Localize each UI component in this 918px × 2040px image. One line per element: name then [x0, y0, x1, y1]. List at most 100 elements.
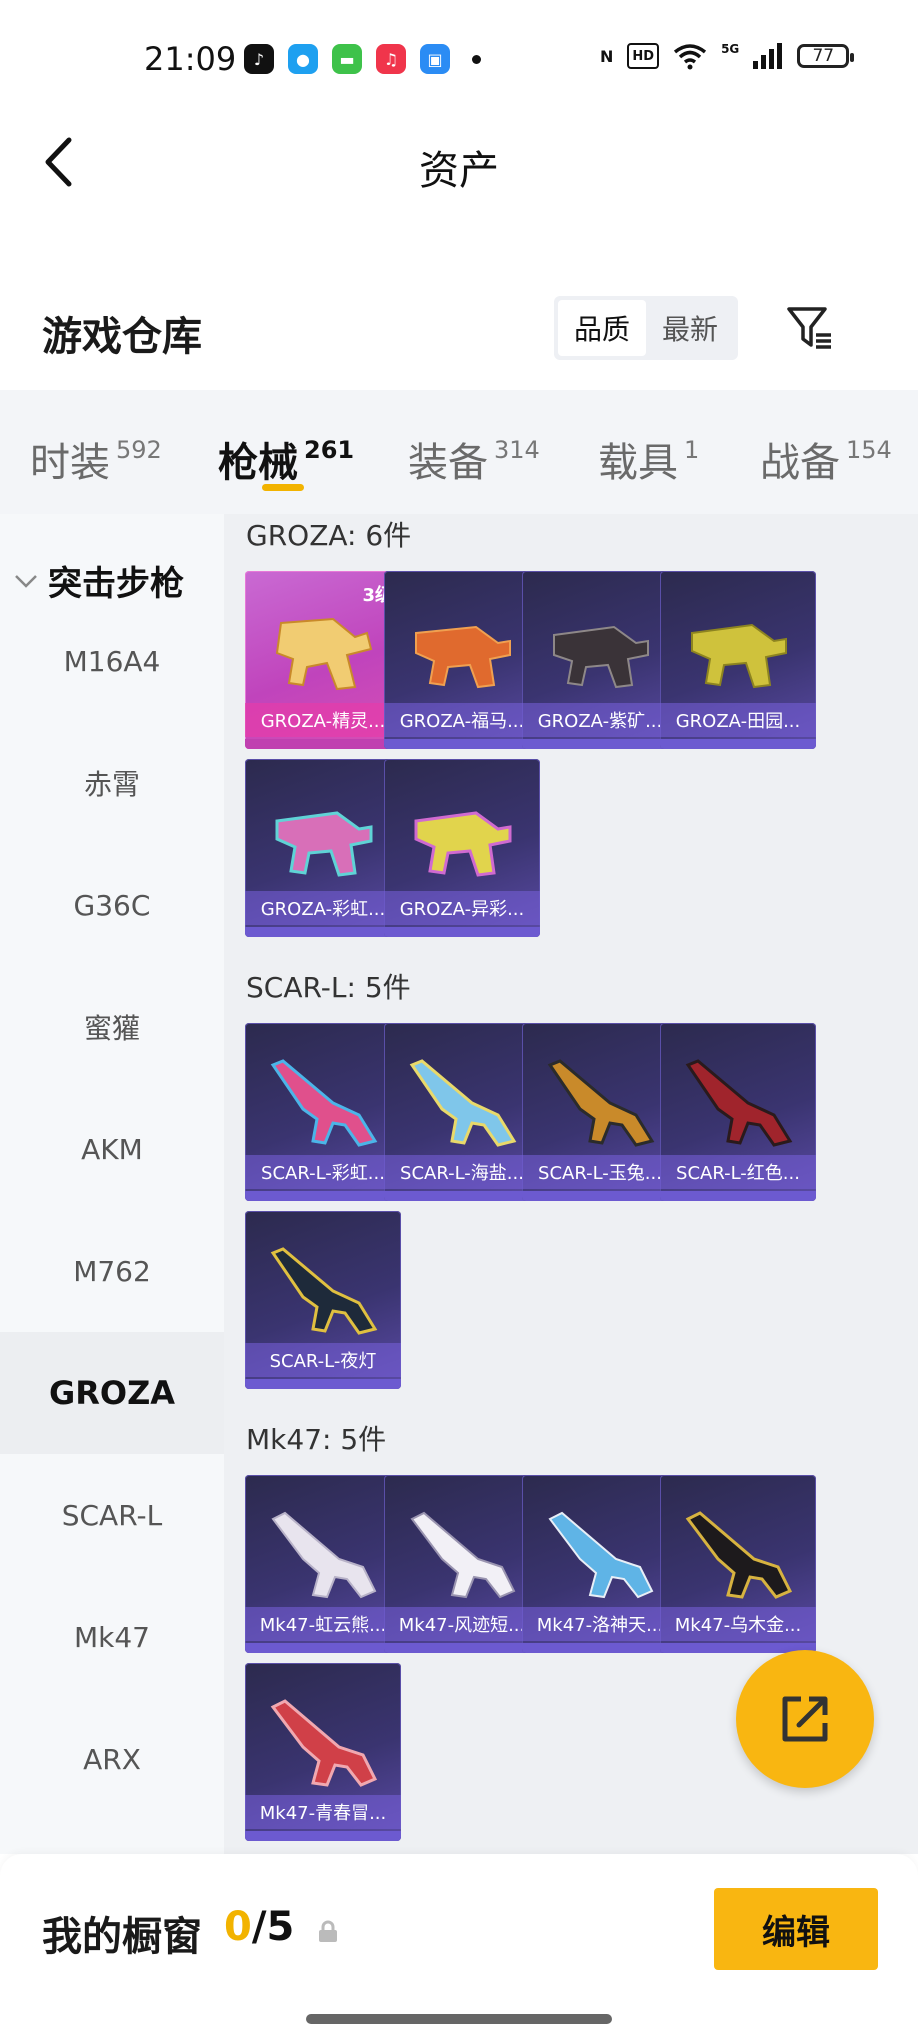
- card-footer-strip: [245, 1379, 401, 1389]
- share-button[interactable]: [736, 1650, 874, 1788]
- skin-card[interactable]: Mk47-风迹短...: [384, 1475, 540, 1653]
- share-icon: [782, 1696, 828, 1742]
- tab-label: 装备: [408, 440, 488, 486]
- edit-button[interactable]: 编辑: [714, 1888, 878, 1970]
- sidebar-item-honey-badger[interactable]: 蜜獾: [0, 966, 224, 1088]
- sidebar-item-m762[interactable]: M762: [0, 1210, 224, 1332]
- gun-skin-image: [270, 1699, 378, 1787]
- skin-card[interactable]: SCAR-L-红色...: [660, 1023, 816, 1201]
- tab-outfits[interactable]: 时装 592: [30, 430, 162, 490]
- showcase-current: 0: [224, 1904, 252, 1950]
- tab-vehicles[interactable]: 载具 1: [598, 430, 699, 490]
- card-footer-strip: [245, 927, 401, 937]
- store-icon: ▣: [420, 44, 450, 74]
- showcase-title: 我的橱窗: [42, 1914, 202, 1960]
- qq-icon: ●: [288, 44, 318, 74]
- warehouse-title: 游戏仓库: [42, 314, 202, 360]
- card-footer-strip: [522, 739, 678, 749]
- skin-card[interactable]: GROZA-田园...: [660, 571, 816, 749]
- skin-name: Mk47-乌木金...: [660, 1607, 816, 1641]
- sidebar-category-header[interactable]: 突击步枪: [14, 556, 184, 605]
- signal-icon: [753, 43, 783, 69]
- card-footer-strip: [660, 739, 816, 749]
- gun-skin-image: [409, 1059, 517, 1147]
- skin-card[interactable]: SCAR-L-夜灯: [245, 1211, 401, 1389]
- sidebar-item-m16a4[interactable]: M16A4: [0, 600, 224, 722]
- card-footer-strip: [245, 1831, 401, 1841]
- sidebar-item-chixiao[interactable]: 赤霄: [0, 722, 224, 844]
- status-time: 21:09: [144, 40, 237, 78]
- group-title-groza: GROZA: 6件: [246, 519, 412, 552]
- skin-name: GROZA-福马...: [384, 703, 540, 737]
- home-indicator[interactable]: [306, 2014, 612, 2024]
- skin-name: Mk47-洛神天...: [522, 1607, 678, 1641]
- gun-skin-image: [270, 1059, 378, 1147]
- gun-skin-image: [275, 811, 373, 877]
- sidebar-item-groza[interactable]: GROZA: [0, 1332, 224, 1454]
- skin-name: SCAR-L-玉兔...: [522, 1155, 678, 1189]
- skin-card[interactable]: SCAR-L-彩虹...: [245, 1023, 401, 1201]
- skin-card[interactable]: 3级 GROZA-精灵...: [245, 571, 401, 749]
- skin-card[interactable]: SCAR-L-玉兔...: [522, 1023, 678, 1201]
- skin-card[interactable]: GROZA-福马...: [384, 571, 540, 749]
- group-title-mk47: Mk47: 5件: [246, 1423, 387, 1456]
- tab-count: 314: [494, 436, 540, 464]
- card-footer-strip: [245, 739, 401, 749]
- showcase-bar: 我的橱窗 0/5 编辑: [0, 1854, 918, 2040]
- lock-icon: [319, 1920, 337, 1942]
- tab-equipment[interactable]: 装备 314: [408, 430, 540, 490]
- skin-card[interactable]: Mk47-乌木金...: [660, 1475, 816, 1653]
- chevron-down-icon: [15, 574, 37, 588]
- tab-gear[interactable]: 战备 154: [760, 430, 892, 490]
- card-footer-strip: [245, 1191, 401, 1201]
- wifi-icon: [673, 44, 707, 70]
- gun-skin-image: [553, 625, 649, 689]
- skin-card[interactable]: GROZA-异彩...: [384, 759, 540, 937]
- tab-label: 载具: [598, 440, 678, 486]
- skin-card[interactable]: Mk47-洛神天...: [522, 1475, 678, 1653]
- sidebar-item-scar-l[interactable]: SCAR-L: [0, 1454, 224, 1576]
- skin-card[interactable]: SCAR-L-海盐...: [384, 1023, 540, 1201]
- skin-card[interactable]: GROZA-彩虹...: [245, 759, 401, 937]
- showcase-total: /5: [251, 1904, 295, 1950]
- gun-skin-image: [275, 617, 373, 691]
- skin-name: SCAR-L-彩虹...: [245, 1155, 401, 1189]
- skin-name: SCAR-L-海盐...: [384, 1155, 540, 1189]
- sidebar-item-arx[interactable]: ARX: [0, 1698, 224, 1820]
- status-bar: 21:09 ♪ ● ▬ ♫ ▣ N HD 5G 77: [0, 0, 918, 120]
- sidebar-item-akm[interactable]: AKM: [0, 1088, 224, 1210]
- card-footer-strip: [660, 1191, 816, 1201]
- tab-count: 261: [304, 436, 355, 464]
- filter-icon: [787, 307, 831, 349]
- gun-skin-image: [270, 1247, 378, 1335]
- tab-firearms[interactable]: 枪械 261: [218, 430, 354, 490]
- page-title: 资产: [419, 148, 499, 194]
- skin-name: Mk47-风迹短...: [384, 1607, 540, 1641]
- notification-dot-icon: [472, 54, 481, 64]
- category-tabs: 时装 592 枪械 261 装备 314 载具 1 战备 154: [0, 390, 918, 514]
- skin-card[interactable]: GROZA-紫矿...: [522, 571, 678, 749]
- sort-by-quality[interactable]: 品质: [558, 300, 646, 356]
- skin-card[interactable]: Mk47-青春冒...: [245, 1663, 401, 1841]
- battery-icon: 77: [797, 44, 855, 68]
- filter-button[interactable]: [780, 298, 840, 358]
- gun-skin-image: [548, 1511, 654, 1599]
- network-label: 5G: [721, 42, 740, 56]
- messages-icon: ▬: [332, 44, 362, 74]
- gun-skin-image: [685, 1059, 793, 1147]
- skin-name: SCAR-L-红色...: [660, 1155, 816, 1189]
- sidebar-item-mk47[interactable]: Mk47: [0, 1576, 224, 1698]
- gun-skin-image: [415, 625, 511, 689]
- card-footer-strip: [384, 1643, 540, 1653]
- gun-skin-image: [414, 811, 512, 877]
- skin-name: GROZA-精灵...: [245, 703, 401, 737]
- sidebar-item-g36c[interactable]: G36C: [0, 844, 224, 966]
- sort-by-newest[interactable]: 最新: [646, 300, 734, 356]
- showcase-count: 0/5: [224, 1904, 294, 1950]
- sidebar-category-label: 突击步枪: [48, 564, 184, 604]
- skin-card[interactable]: Mk47-虹云熊...: [245, 1475, 401, 1653]
- card-footer-strip: [522, 1643, 678, 1653]
- card-footer-strip: [522, 1191, 678, 1201]
- music-icon: ♫: [376, 44, 406, 74]
- skin-name: GROZA-田园...: [660, 703, 816, 737]
